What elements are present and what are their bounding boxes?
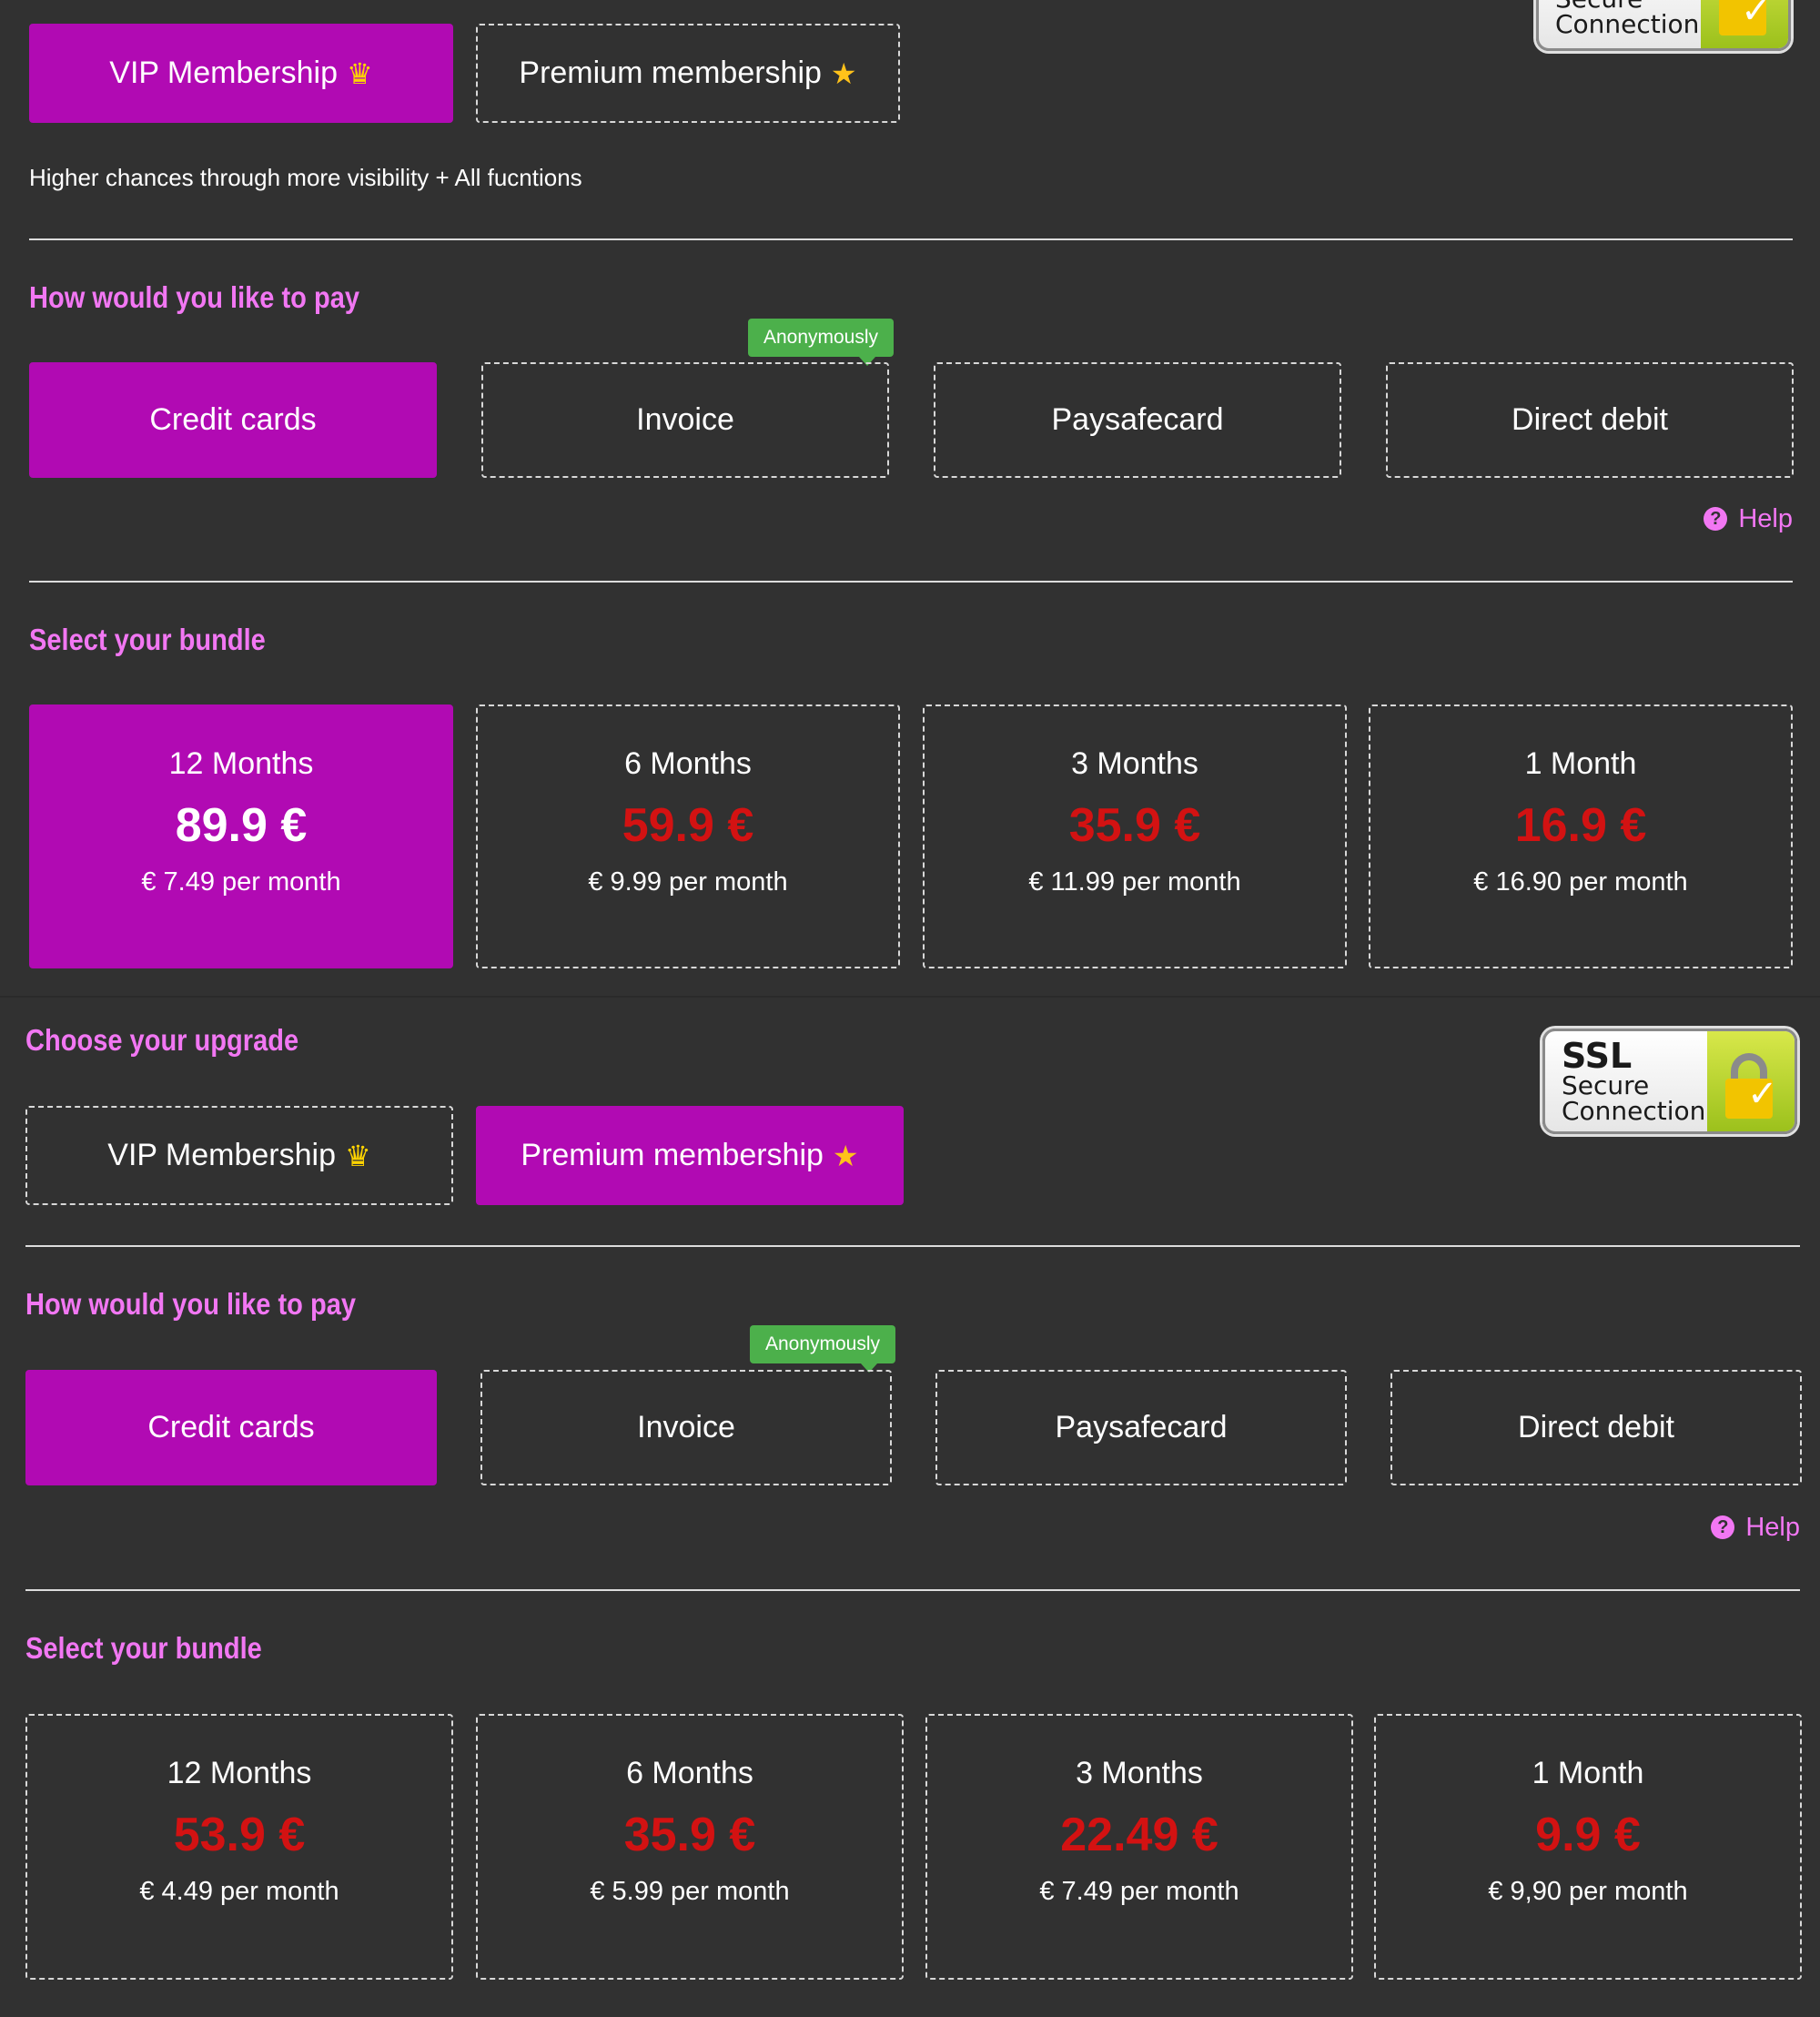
help-link[interactable]: ? Help <box>1547 499 1793 539</box>
payment-paysafecard-button[interactable]: Paysafecard <box>934 362 1341 478</box>
payment-invoice-button[interactable]: Invoice <box>480 1370 892 1485</box>
crown-icon: ♛ <box>347 56 373 90</box>
bundle-duration: 3 Months <box>1071 746 1198 781</box>
ssl-badge: SSL Secure Connection ✓ <box>1542 1029 1797 1134</box>
bundle-duration: 1 Month <box>1532 1756 1644 1790</box>
membership-description: Higher chances through more visibility +… <box>29 164 582 191</box>
divider <box>29 581 1793 583</box>
padlock-icon: ✓ <box>1707 1031 1795 1131</box>
divider <box>25 1589 1800 1591</box>
ssl-connection-text: Connection <box>1555 9 1700 39</box>
bundle-section-title: Select your bundle <box>29 623 266 656</box>
vip-membership-label: VIP Membership <box>107 1138 336 1172</box>
payment-invoice-button[interactable]: Invoice <box>481 362 889 478</box>
help-link[interactable]: ? Help <box>1554 1507 1800 1547</box>
vip-membership-button[interactable]: VIP Membership ♛ <box>25 1106 453 1205</box>
bundle-per-month: € 11.99 per month <box>1028 867 1241 897</box>
bundle-card-6-months[interactable]: 6 Months 35.9 € € 5.99 per month <box>476 1714 904 1980</box>
bundle-card-3-months[interactable]: 3 Months 35.9 € € 11.99 per month <box>923 704 1347 968</box>
bundle-duration: 1 Month <box>1524 746 1637 781</box>
bundle-duration: 6 Months <box>624 746 752 781</box>
payment-paysafecard-button[interactable]: Paysafecard <box>935 1370 1347 1485</box>
bundle-duration: 3 Months <box>1076 1756 1203 1790</box>
crown-icon: ♛ <box>345 1139 371 1172</box>
payment-credit-cards-button[interactable]: Credit cards <box>25 1370 437 1485</box>
premium-membership-button[interactable]: Premium membership ★ <box>476 24 900 123</box>
star-icon: ★ <box>830 56 857 90</box>
checkmark-icon: ✓ <box>1741 0 1772 31</box>
help-circle-icon: ? <box>1704 507 1728 531</box>
vip-membership-button[interactable]: VIP Membership ♛ <box>29 24 453 123</box>
payment-direct-debit-button[interactable]: Direct debit <box>1386 362 1794 478</box>
ssl-secure-text: Secure <box>1562 1070 1650 1100</box>
divider <box>25 1245 1800 1247</box>
bundle-per-month: € 7.49 per month <box>1039 1877 1239 1906</box>
bundle-price: 16.9 € <box>1514 799 1647 852</box>
vip-membership-label: VIP Membership <box>109 56 338 90</box>
payment-section-title: How would you like to pay <box>25 1287 357 1321</box>
ssl-badge: SSL Secure Connection ✓ <box>1536 0 1791 51</box>
bundle-per-month: € 5.99 per month <box>590 1877 790 1906</box>
bundle-price: 9.9 € <box>1535 1809 1641 1861</box>
anonymously-badge: Anonymously <box>750 1325 895 1373</box>
premium-membership-button[interactable]: Premium membership ★ <box>476 1106 904 1205</box>
bundle-per-month: € 9,90 per month <box>1488 1877 1688 1906</box>
payment-direct-debit-button[interactable]: Direct debit <box>1390 1370 1802 1485</box>
bundle-card-6-months[interactable]: 6 Months 59.9 € € 9.99 per month <box>476 704 900 968</box>
panel-separator <box>0 996 1820 998</box>
help-label: Help <box>1745 1512 1800 1542</box>
bundle-duration: 12 Months <box>167 1756 312 1790</box>
checkmark-icon: ✓ <box>1747 1074 1778 1114</box>
bundle-section-title: Select your bundle <box>25 1631 262 1665</box>
bundle-per-month: € 16.90 per month <box>1473 867 1688 897</box>
bundle-price: 22.49 € <box>1060 1809 1218 1861</box>
divider <box>29 238 1793 240</box>
bundle-per-month: € 9.99 per month <box>588 867 788 897</box>
help-circle-icon: ? <box>1711 1515 1735 1539</box>
ssl-text: SSL <box>1562 1036 1633 1076</box>
bundle-price: 89.9 € <box>175 799 308 852</box>
bundle-card-1-month[interactable]: 1 Month 16.9 € € 16.90 per month <box>1369 704 1793 968</box>
anonymously-badge: Anonymously <box>748 319 894 366</box>
payment-credit-cards-button[interactable]: Credit cards <box>29 362 437 478</box>
payment-section-title: How would you like to pay <box>29 280 360 314</box>
help-label: Help <box>1738 503 1793 533</box>
upgrade-section-title: Choose your upgrade <box>25 1023 299 1057</box>
bundle-card-3-months[interactable]: 3 Months 22.49 € € 7.49 per month <box>925 1714 1353 1980</box>
padlock-icon: ✓ <box>1701 0 1788 48</box>
bundle-price: 53.9 € <box>173 1809 306 1861</box>
bundle-per-month: € 4.49 per month <box>139 1877 339 1906</box>
bundle-per-month: € 7.49 per month <box>141 867 341 897</box>
bundle-price: 35.9 € <box>1068 799 1201 852</box>
bundle-duration: 6 Months <box>626 1756 753 1790</box>
premium-membership-label: Premium membership <box>521 1138 824 1172</box>
bundle-duration: 12 Months <box>168 746 314 781</box>
bundle-price: 35.9 € <box>623 1809 756 1861</box>
star-icon: ★ <box>832 1139 859 1172</box>
bundle-card-1-month[interactable]: 1 Month 9.9 € € 9,90 per month <box>1374 1714 1802 1980</box>
bundle-card-12-months[interactable]: 12 Months 89.9 € € 7.49 per month <box>29 704 453 968</box>
bundle-card-12-months[interactable]: 12 Months 53.9 € € 4.49 per month <box>25 1714 453 1980</box>
premium-membership-label: Premium membership <box>519 56 822 90</box>
bundle-price: 59.9 € <box>622 799 754 852</box>
ssl-connection-text: Connection <box>1562 1096 1706 1126</box>
